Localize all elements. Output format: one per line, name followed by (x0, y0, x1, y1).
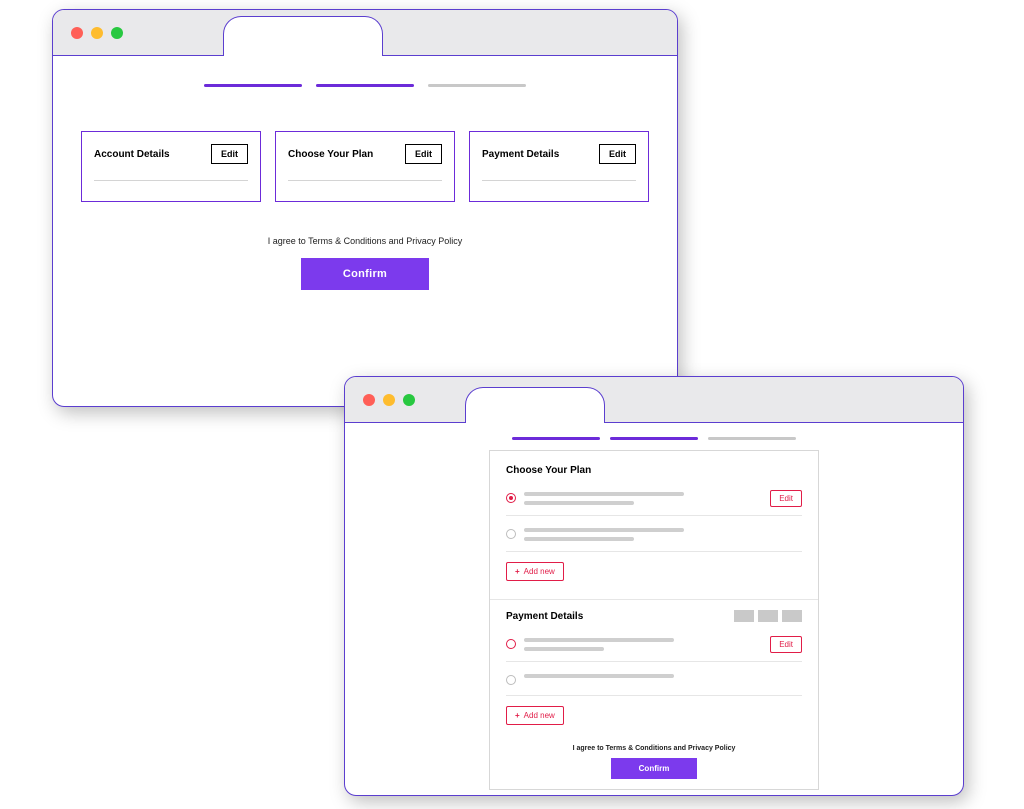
minimize-icon[interactable] (91, 27, 103, 39)
terms-text[interactable]: I agree to Terms & Conditions and Privac… (268, 236, 462, 246)
progress-step-2 (316, 84, 414, 87)
section-title-text: Payment Details (506, 611, 583, 622)
titlebar (53, 10, 677, 56)
card-brand-icon (734, 610, 754, 622)
browser-window-2: Choose Your Plan Edit Add new (344, 376, 964, 796)
edit-button[interactable]: Edit (770, 636, 802, 653)
close-icon[interactable] (363, 394, 375, 406)
terms-text[interactable]: I agree to Terms & Conditions and Privac… (506, 745, 802, 752)
browser-tab[interactable] (465, 387, 605, 423)
maximize-icon[interactable] (403, 394, 415, 406)
divider (490, 599, 818, 600)
card-payment-details: Payment Details Edit (469, 131, 649, 202)
maximize-icon[interactable] (111, 27, 123, 39)
placeholder-lines (524, 674, 802, 678)
progress-step-2 (610, 437, 698, 440)
section-title-text: Choose Your Plan (506, 465, 591, 476)
add-label: Add new (524, 711, 555, 720)
edit-button[interactable]: Edit (770, 490, 802, 507)
close-icon[interactable] (71, 27, 83, 39)
card-choose-plan: Choose Your Plan Edit (275, 131, 455, 202)
edit-button[interactable]: Edit (599, 144, 636, 164)
add-plan-button[interactable]: Add new (506, 562, 564, 581)
radio-icon[interactable] (506, 529, 516, 539)
plan-option-2[interactable] (506, 522, 802, 552)
progress-step-1 (512, 437, 600, 440)
progress-bar (204, 84, 526, 87)
section-title-plan: Choose Your Plan (506, 465, 802, 476)
divider (94, 180, 248, 181)
card-brand-icons (734, 610, 802, 622)
checkout-panel: Choose Your Plan Edit Add new (489, 450, 819, 790)
card-brand-icon (782, 610, 802, 622)
browser-window-1: Account Details Edit Choose Your Plan Ed… (52, 9, 678, 407)
browser-tab[interactable] (223, 16, 383, 56)
add-payment-button[interactable]: Add new (506, 706, 564, 725)
plan-option-1[interactable]: Edit (506, 486, 802, 516)
payment-option-1[interactable]: Edit (506, 632, 802, 662)
card-account-details: Account Details Edit (81, 131, 261, 202)
summary-cards: Account Details Edit Choose Your Plan Ed… (77, 131, 653, 202)
titlebar (345, 377, 963, 423)
edit-button[interactable]: Edit (211, 144, 248, 164)
card-title: Payment Details (482, 149, 559, 160)
card-title: Account Details (94, 149, 170, 160)
radio-icon[interactable] (506, 639, 516, 649)
progress-step-1 (204, 84, 302, 87)
placeholder-lines (524, 492, 802, 505)
edit-button[interactable]: Edit (405, 144, 442, 164)
add-label: Add new (524, 567, 555, 576)
progress-bar (512, 437, 796, 440)
progress-step-3 (428, 84, 526, 87)
minimize-icon[interactable] (383, 394, 395, 406)
placeholder-lines (524, 528, 802, 541)
radio-icon[interactable] (506, 675, 516, 685)
window-2-content: Choose Your Plan Edit Add new (345, 423, 963, 796)
progress-step-3 (708, 437, 796, 440)
traffic-lights (71, 27, 123, 39)
radio-selected-icon[interactable] (506, 493, 516, 503)
payment-option-2[interactable] (506, 668, 802, 696)
card-brand-icon (758, 610, 778, 622)
window-1-content: Account Details Edit Choose Your Plan Ed… (53, 56, 677, 314)
traffic-lights (363, 394, 415, 406)
placeholder-lines (524, 638, 802, 651)
divider (482, 180, 636, 181)
section-title-payment: Payment Details (506, 610, 802, 622)
divider (288, 180, 442, 181)
confirm-button[interactable]: Confirm (611, 758, 698, 779)
card-title: Choose Your Plan (288, 149, 373, 160)
confirm-button[interactable]: Confirm (301, 258, 429, 290)
